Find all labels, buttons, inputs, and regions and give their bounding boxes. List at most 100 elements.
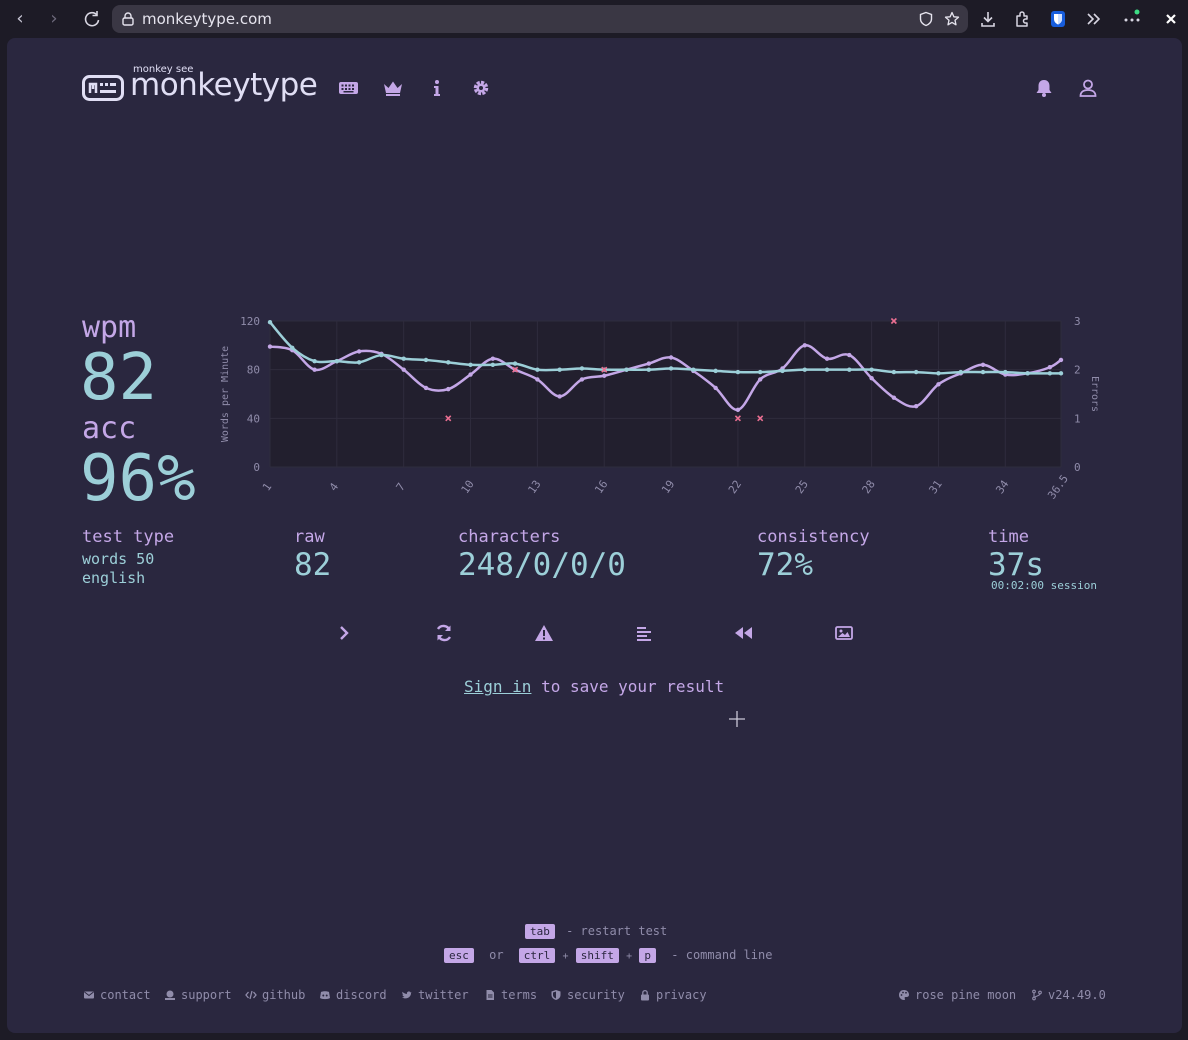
keyboard-icon[interactable] [338,78,360,98]
chart-point [936,382,941,387]
chart-point [713,368,718,374]
characters-value: 248/0/0/0 [458,547,626,583]
chart-point [512,361,518,366]
chart-point [691,367,696,372]
browser-toolbar: ‹ › monkeytype.com [0,0,1188,38]
time-value: 37s [988,547,1044,583]
next-test-button[interactable] [332,622,356,644]
footer-terms[interactable]: terms [484,988,537,1002]
test-type-block: test type words 50 english [82,527,174,587]
chart-point [401,367,406,372]
replay-button[interactable] [732,622,756,644]
chart-y2-tick-label: 0 [1074,461,1081,474]
chart-point [535,367,540,372]
bitwarden-icon[interactable] [1048,9,1068,29]
footer-support[interactable]: support [164,988,232,1002]
sign-in-prompt: Sign in to save your result [464,677,724,696]
chart-y-axis-label: Words per Minute [220,346,231,442]
chart-y2-tick-label: 1 [1074,412,1081,425]
chart-point [579,377,585,382]
chart-point [356,360,362,365]
chart-point [579,366,585,371]
chart-point [290,345,295,350]
chart-point [468,362,473,367]
consistency-label: consistency [757,527,870,547]
test-type-mode: words 50 [82,550,155,568]
address-bar[interactable]: monkeytype.com [112,5,968,33]
forward-button[interactable]: › [42,8,66,30]
chart-x-tick-label: 4 [327,480,342,493]
raw-block: raw 82 [294,527,331,583]
document-icon [486,990,494,1000]
crosshair-cursor-icon [729,711,745,727]
chart-point [1058,357,1064,363]
footer-version-label: v24.49.0 [1048,988,1106,1002]
keyboard-logo-icon[interactable] [82,75,124,101]
envelope-icon [84,991,94,999]
save-screenshot-button[interactable] [832,622,856,644]
footer-contact[interactable]: contact [83,988,151,1002]
extensions-icon[interactable] [1013,9,1033,29]
gear-icon[interactable] [470,78,492,98]
restart-hint: tab - restart test [525,924,667,939]
footer-github-label: github [262,988,306,1002]
or-text: or [489,948,504,962]
chart-y2-tick-label: 3 [1074,315,1081,328]
sign-in-link[interactable]: Sign in [464,677,531,696]
padlock-icon [641,989,649,1001]
star-icon[interactable] [944,11,960,27]
restart-test-button[interactable] [432,622,456,644]
crown-icon[interactable] [382,78,404,98]
characters-block: characters 248/0/0/0 [458,527,626,583]
word-history-button[interactable] [632,622,656,644]
overflow-chevrons-icon[interactable] [1084,9,1104,29]
chart-point [401,356,406,361]
chart-point [780,368,785,374]
footer-version[interactable]: v24.49.0 [1031,988,1106,1002]
footer-security[interactable]: security [550,988,625,1002]
shield-icon [551,990,561,1000]
chart-point [735,369,741,375]
practice-missed-warning-button[interactable] [532,622,556,644]
chart-x-tick-label: 28 [860,478,878,496]
chart-point [869,367,874,372]
footer-github[interactable]: github [245,988,305,1002]
chart-point [802,367,807,372]
chart-y2-axis-label: Errors [1089,376,1100,412]
chart-point [913,369,919,375]
bell-icon[interactable] [1033,78,1055,98]
logo-text[interactable]: monkeytype [130,67,318,103]
chart-point [334,358,340,364]
footer-privacy[interactable]: privacy [639,988,707,1002]
menu-dots-icon[interactable] [1122,9,1142,29]
close-icon[interactable] [1161,9,1181,29]
palette-icon [899,990,909,1000]
tab-key: tab [525,924,555,939]
chart-point [446,360,451,365]
info-icon[interactable] [426,78,448,98]
footer-theme[interactable]: rose pine moon [898,988,1016,1002]
chart-x-tick-label: 19 [659,478,677,496]
code-branch-icon [1032,989,1042,1001]
wpm-label: wpm [82,310,137,345]
shield-icon[interactable] [918,11,934,27]
chart-point [646,367,651,372]
code-icon [245,990,257,1000]
chart-point [1025,371,1030,376]
chart-point [891,369,897,375]
account-icon[interactable] [1077,78,1099,98]
chart-y-tick-label: 0 [253,461,260,474]
back-button[interactable]: ‹ [8,8,32,30]
footer-discord-label: discord [336,988,387,1002]
restart-hint-text: - restart test [566,924,668,938]
test-type-label: test type [82,527,175,547]
footer-twitter[interactable]: twitter [401,988,469,1002]
time-block: time 37s 00:02:00 session [988,527,1097,592]
footer-discord[interactable]: discord [319,988,387,1002]
chart-x-tick-label: 36.5 [1045,472,1071,501]
download-icon[interactable] [978,9,998,29]
characters-label: characters [458,527,561,547]
reload-icon[interactable] [82,9,102,29]
chart-point [312,367,317,372]
footer-contact-label: contact [100,988,151,1002]
